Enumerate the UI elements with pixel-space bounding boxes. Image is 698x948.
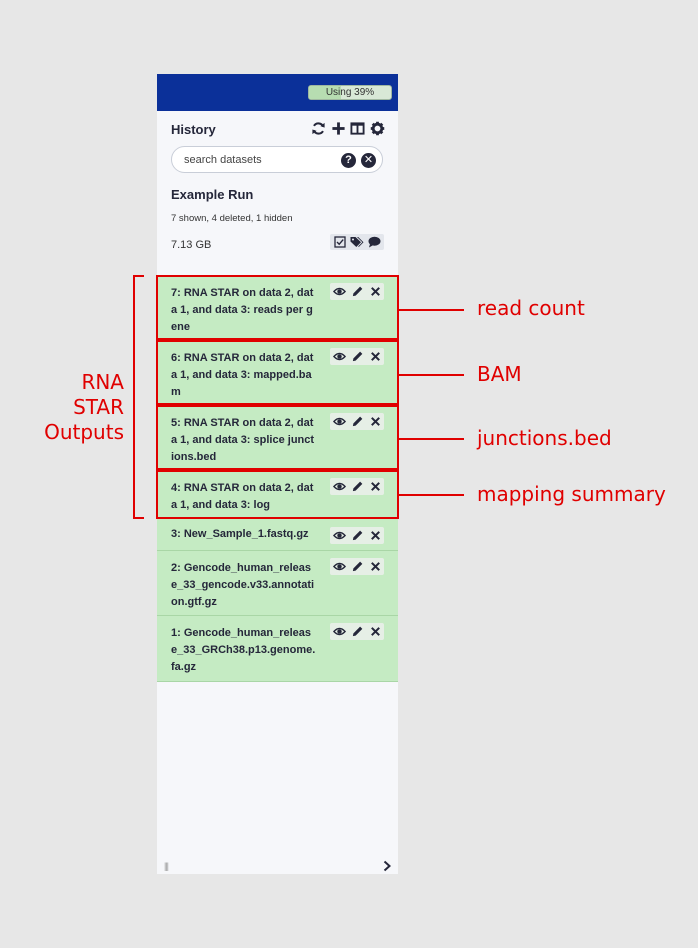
dataset-title[interactable]: 3: New_Sample_1.fastq.gz: [171, 526, 317, 543]
dataset-item[interactable]: 1: Gencode_human_release_33_GRCh38.p13.g…: [157, 616, 398, 682]
history-heading: History: [171, 122, 216, 137]
dataset-actions: [330, 527, 384, 544]
eye-icon[interactable]: [333, 529, 346, 542]
plus-icon[interactable]: [331, 121, 346, 136]
annotation-label-read-count: read count: [477, 296, 585, 320]
annotation-label-junctions: junctions.bed: [477, 426, 612, 450]
dataset-title[interactable]: 1: Gencode_human_release_33_GRCh38.p13.g…: [171, 625, 317, 676]
help-icon[interactable]: ?: [341, 153, 356, 168]
dataset-actions: [330, 623, 384, 640]
annotation-line: [399, 374, 464, 376]
dataset-actions: [330, 558, 384, 575]
delete-icon[interactable]: [369, 529, 382, 542]
dataset-title[interactable]: 2: Gencode_human_release_33_gencode.v33.…: [171, 560, 317, 611]
pencil-icon[interactable]: [351, 560, 364, 573]
select-checkbox-icon[interactable]: [334, 236, 346, 248]
annotation-bracket: [133, 275, 144, 519]
history-size: 7.13 GB: [171, 239, 212, 251]
delete-icon[interactable]: [369, 560, 382, 573]
annotation-box-read-count: [156, 275, 399, 340]
history-stats[interactable]: 7 shown, 4 deleted, 1 hidden: [171, 213, 292, 224]
dataset-item[interactable]: 3: New_Sample_1.fastq.gz: [157, 519, 398, 551]
clear-search-icon[interactable]: ✕: [361, 153, 376, 168]
quota-meter[interactable]: Using 39%: [308, 85, 392, 100]
columns-icon[interactable]: [350, 121, 365, 136]
pencil-icon[interactable]: [351, 529, 364, 542]
quota-label: Using 39%: [325, 87, 375, 98]
eye-icon[interactable]: [333, 625, 346, 638]
resize-grip-icon[interactable]: |||: [164, 861, 169, 871]
gear-icon[interactable]: [370, 121, 385, 136]
comment-icon[interactable]: [368, 236, 381, 248]
annotation-label-bam: BAM: [477, 362, 522, 386]
annotation-box-mapping-summary: [156, 470, 399, 519]
annotation-line: [399, 309, 464, 311]
dataset-item[interactable]: 2: Gencode_human_release_33_gencode.v33.…: [157, 551, 398, 616]
pencil-icon[interactable]: [351, 625, 364, 638]
history-name[interactable]: Example Run: [171, 187, 253, 202]
annotation-line: [399, 494, 464, 496]
search-datasets-field[interactable]: ? ✕: [171, 146, 383, 173]
annotation-box-junctions: [156, 405, 399, 470]
annotation-label-mapping-summary: mapping summary: [477, 482, 666, 506]
top-bar: Using 39%: [157, 74, 398, 111]
delete-icon[interactable]: [369, 625, 382, 638]
annotation-line: [399, 438, 464, 440]
tags-icon[interactable]: [350, 236, 365, 248]
annotation-box-bam: [156, 340, 399, 405]
refresh-icon[interactable]: [311, 121, 326, 136]
eye-icon[interactable]: [333, 560, 346, 573]
chevron-right-icon[interactable]: [382, 860, 392, 872]
annotation-group-label: RNA STAR Outputs: [44, 370, 124, 444]
history-actions: [330, 234, 384, 250]
search-input[interactable]: [184, 152, 334, 168]
